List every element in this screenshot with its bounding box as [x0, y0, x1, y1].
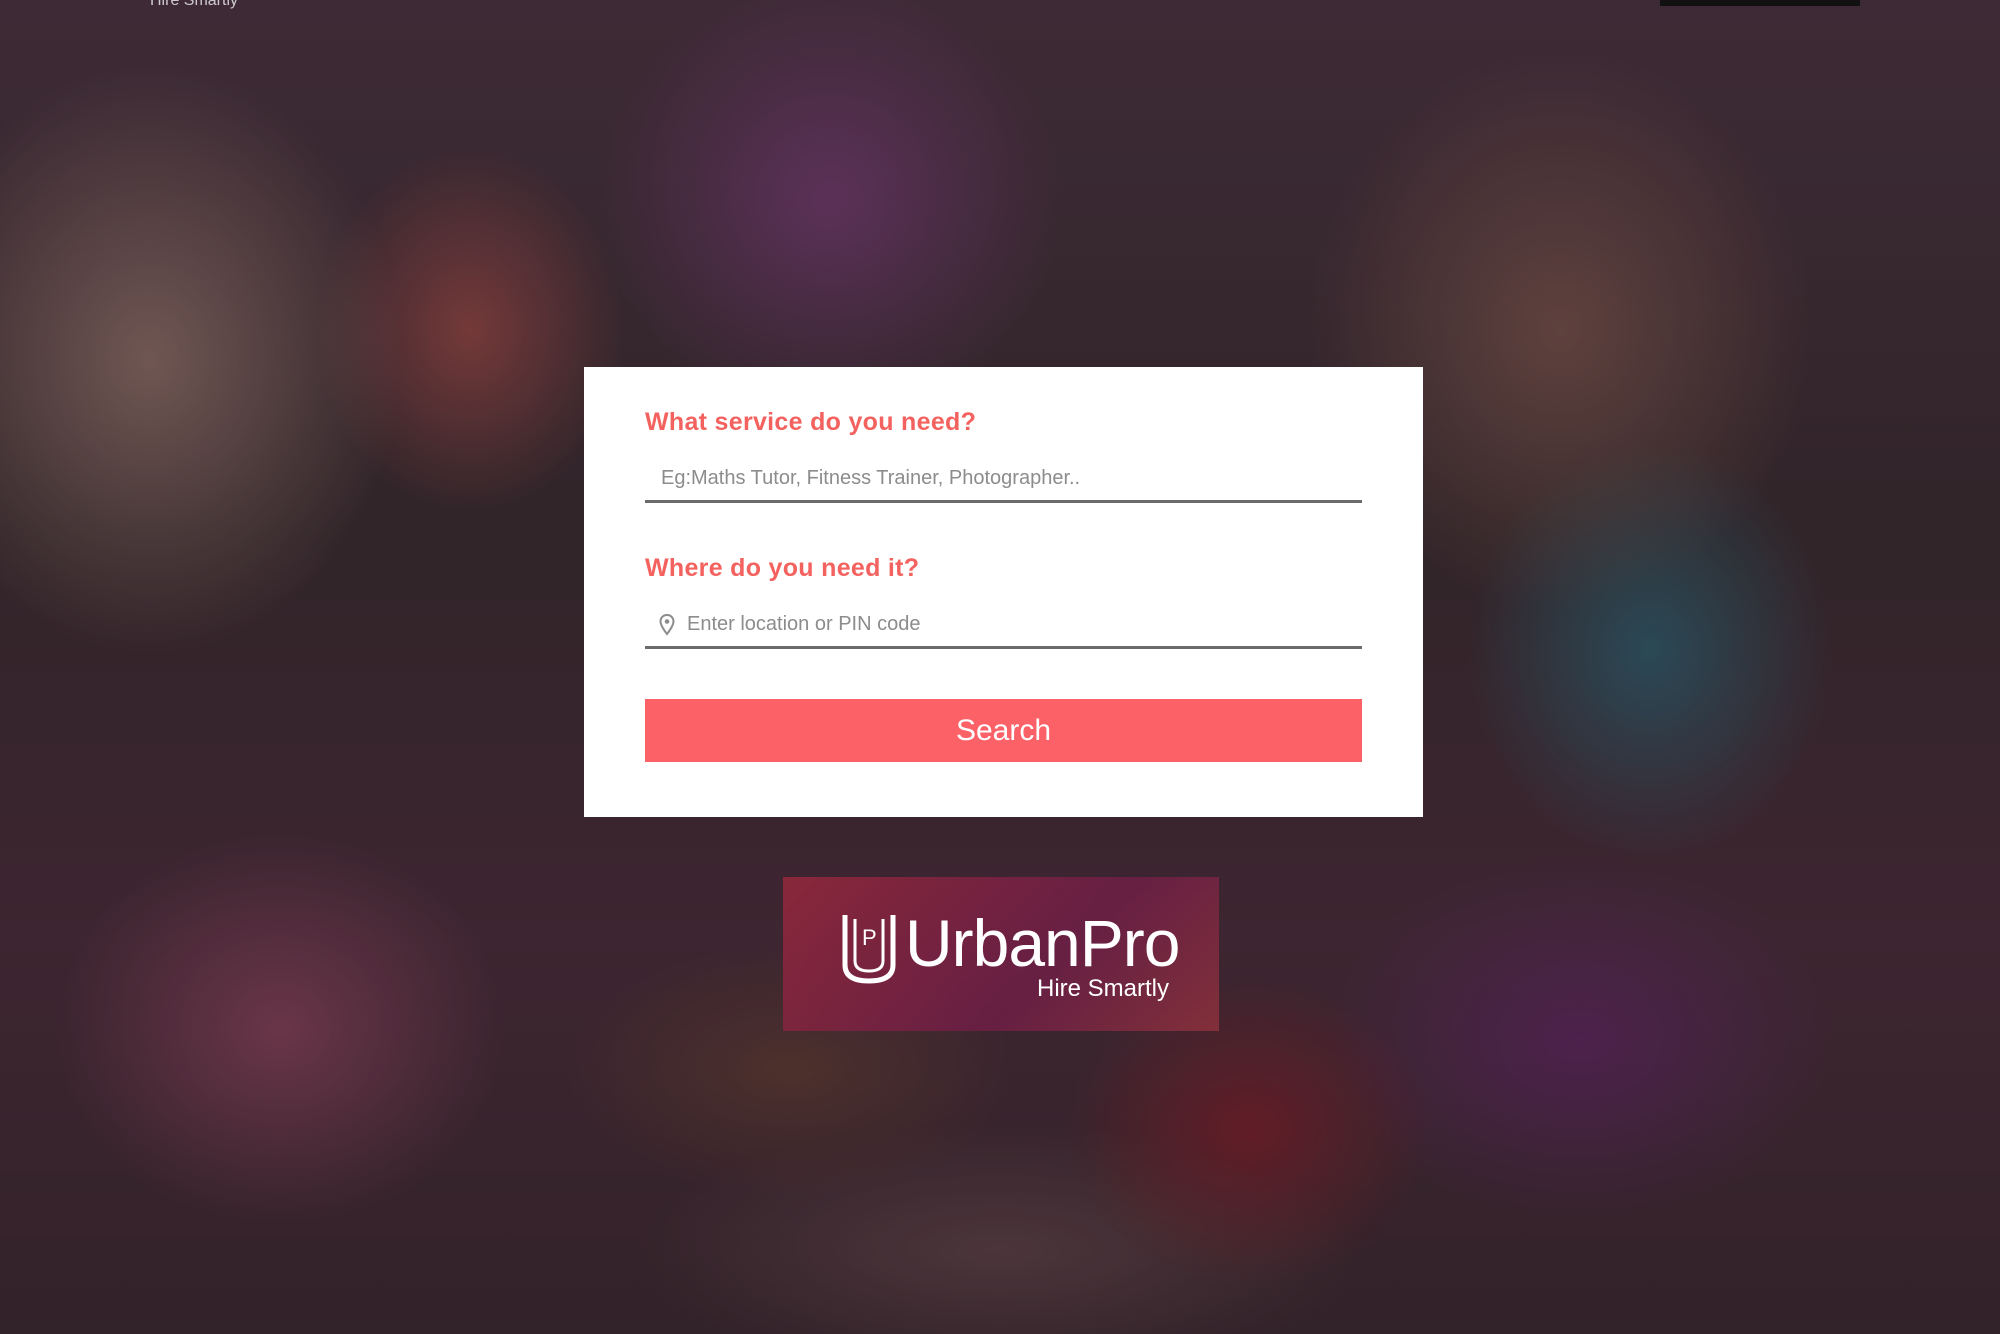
logo-wordmark: UrbanPro — [905, 906, 1180, 980]
top-bar-fragment — [1660, 0, 1860, 6]
search-card: What service do you need? Where do you n… — [584, 367, 1423, 817]
service-label: What service do you need? — [645, 408, 977, 436]
location-input[interactable] — [685, 603, 1362, 646]
landing-page: Hire Smartly What service do you need? W… — [0, 0, 2000, 1334]
logo-tagline: Hire Smartly — [1036, 975, 1169, 1002]
search-button[interactable]: Search — [645, 699, 1362, 762]
location-label: Where do you need it? — [645, 554, 920, 582]
location-field — [645, 603, 1362, 649]
svg-text:P: P — [862, 925, 877, 950]
service-input[interactable] — [659, 457, 1362, 500]
service-field — [645, 457, 1362, 503]
urbanpro-logo: P UrbanPro Hire Smartly — [783, 877, 1219, 1031]
map-pin-icon — [659, 613, 675, 636]
header-tagline: Hire Smartly — [150, 0, 239, 9]
urbanpro-logo-mark: P — [842, 915, 896, 984]
